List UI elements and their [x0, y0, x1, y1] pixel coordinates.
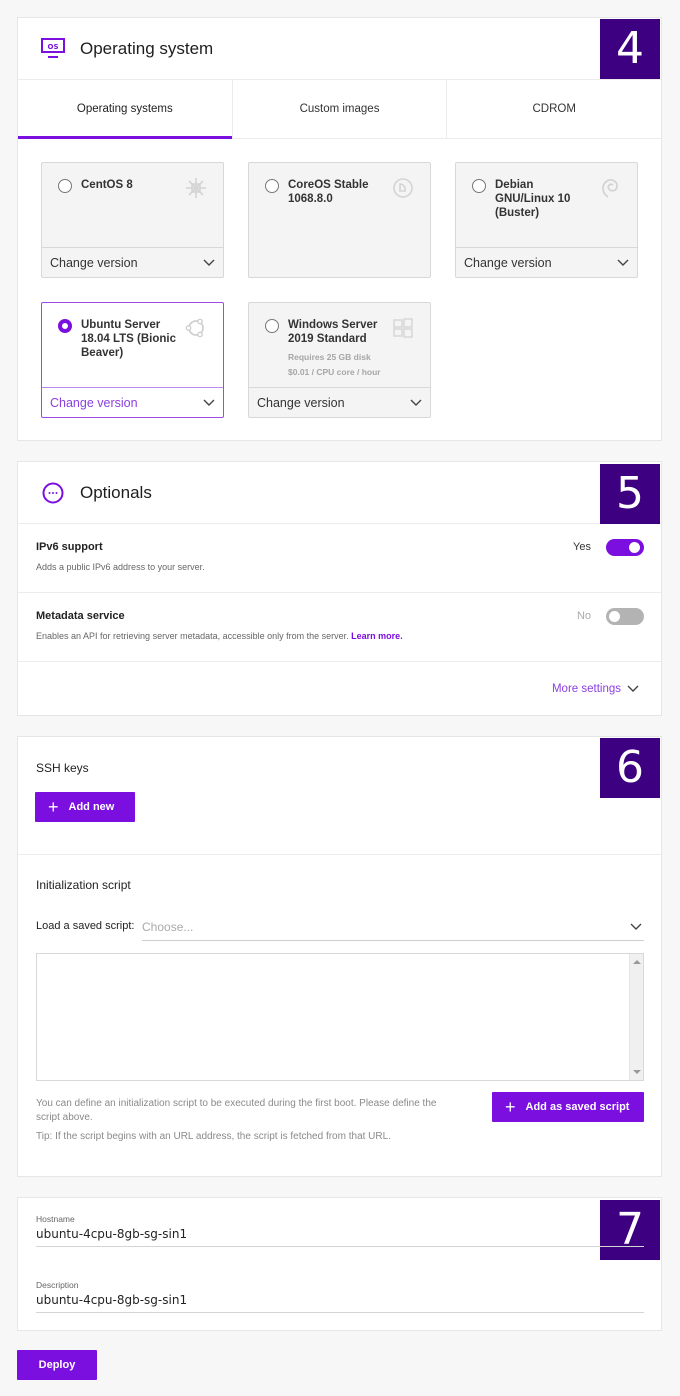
chevron-down-icon	[630, 923, 642, 930]
ipv6-toggle[interactable]	[606, 539, 644, 556]
debian-logo-icon	[599, 177, 621, 199]
ipv6-support-row: IPv6 support Adds a public IPv6 address …	[18, 524, 661, 593]
more-settings-button[interactable]: More settings	[552, 683, 639, 695]
os-option-centos[interactable]: CentOS 8 Change version	[41, 162, 224, 278]
os-option-windows[interactable]: Windows Server 2019 Standard Requires 25…	[248, 302, 431, 418]
radio-button[interactable]	[58, 179, 72, 193]
init-script-help: You can define an initialization script …	[36, 1097, 456, 1144]
os-option-coreos[interactable]: CoreOS Stable 1068.8.0	[248, 162, 431, 278]
change-version-dropdown[interactable]: Change version	[42, 247, 223, 277]
load-saved-script-row: Load a saved script: Choose...	[36, 913, 644, 941]
chevron-down-icon	[410, 399, 422, 406]
plus-icon: +	[505, 1097, 516, 1117]
description-label: Description	[36, 1280, 79, 1290]
description-input[interactable]	[36, 1293, 644, 1312]
hostname-field: Hostname	[36, 1214, 644, 1247]
option-description: Adds a public IPv6 address to your serve…	[36, 562, 205, 572]
coreos-logo-icon	[392, 177, 414, 199]
os-name: Debian GNU/Linux 10 (Buster)	[495, 179, 571, 219]
toggle-state-label: Yes	[573, 541, 591, 553]
tab-cdrom[interactable]: CDROM	[447, 80, 661, 138]
option-description-wrap: Enables an API for retrieving server met…	[36, 631, 661, 641]
learn-more-link[interactable]: Learn more.	[351, 631, 403, 641]
os-name: CoreOS Stable 1068.8.0	[288, 179, 369, 205]
chevron-down-icon	[203, 399, 215, 406]
change-version-dropdown[interactable]: Change version	[249, 387, 430, 417]
divider	[18, 854, 661, 855]
os-option-debian[interactable]: Debian GNU/Linux 10 (Buster) Change vers…	[455, 162, 638, 278]
centos-logo-icon	[185, 177, 207, 199]
change-version-label: Change version	[257, 395, 345, 410]
chevron-down-icon	[627, 685, 639, 692]
step-badge: 5	[600, 464, 660, 524]
tab-operating-systems[interactable]: Operating systems	[18, 80, 233, 139]
textarea-scrollbar[interactable]	[629, 954, 643, 1080]
svg-text:OS: OS	[48, 43, 59, 51]
section-title: Optionals	[80, 482, 152, 502]
chevron-down-icon	[203, 259, 215, 266]
change-version-label: Change version	[464, 255, 552, 270]
scroll-up-icon[interactable]	[633, 960, 641, 964]
metadata-service-row: Metadata service Enables an API for retr…	[18, 593, 661, 662]
init-script-textarea[interactable]	[37, 954, 629, 1080]
option-title: IPv6 support	[36, 541, 103, 553]
os-option-ubuntu[interactable]: Ubuntu Server 18.04 LTS (Bionic Beaver) …	[41, 302, 224, 418]
tip-text: Tip: If the script begins with an URL ad…	[36, 1131, 391, 1142]
button-label: Add new	[68, 801, 115, 813]
os-name: Ubuntu Server 18.04 LTS (Bionic Beaver)	[81, 319, 177, 359]
chevron-down-icon	[617, 259, 629, 266]
toggle-knob	[629, 542, 640, 553]
card-header: Optionals	[18, 462, 661, 524]
operating-system-card: OS Operating system 4 Operating systems …	[17, 17, 662, 441]
hostname-card: 7 Hostname Description	[17, 1197, 662, 1331]
script-textarea-wrap	[36, 953, 644, 1081]
windows-logo-icon	[392, 317, 414, 339]
change-version-label: Change version	[50, 395, 138, 410]
add-ssh-key-button[interactable]: + Add new	[35, 792, 135, 822]
radio-button[interactable]	[265, 319, 279, 333]
select-placeholder: Choose...	[142, 919, 194, 934]
toggle-knob	[609, 611, 620, 622]
ubuntu-logo-icon	[185, 317, 207, 339]
init-script-title: Initialization script	[36, 878, 131, 892]
radio-button[interactable]	[265, 179, 279, 193]
button-label: Add as saved script	[525, 1101, 630, 1113]
change-version-dropdown[interactable]: Change version	[42, 387, 223, 417]
os-tabs: Operating systems Custom images CDROM	[18, 80, 661, 139]
optionals-card: Optionals 5 IPv6 support Adds a public I…	[17, 461, 662, 716]
step-badge: 6	[600, 738, 660, 798]
radio-button-selected[interactable]	[58, 319, 72, 333]
os-name: Windows Server 2019 Standard	[288, 319, 378, 345]
section-title: Operating system	[80, 38, 214, 58]
description-field: Description	[36, 1280, 644, 1313]
toggle-state-label: No	[576, 610, 591, 622]
os-requirement-note: Requires 25 GB disk	[288, 352, 371, 362]
load-script-label: Load a saved script:	[36, 920, 135, 932]
ssh-init-card: 6 SSH keys + Add new Initialization scri…	[17, 736, 662, 1177]
change-version-dropdown[interactable]: Change version	[456, 247, 637, 277]
os-price-note: $0.01 / CPU core / hour	[288, 367, 381, 377]
plus-icon: +	[48, 797, 59, 817]
more-dots-icon	[40, 480, 66, 506]
hostname-input[interactable]	[36, 1227, 644, 1246]
saved-script-select[interactable]: Choose...	[142, 913, 644, 941]
page: OS Operating system 4 Operating systems …	[0, 0, 680, 1396]
option-title: Metadata service	[36, 610, 125, 622]
metadata-toggle[interactable]	[606, 608, 644, 625]
deploy-button[interactable]: Deploy	[17, 1350, 97, 1380]
tab-custom-images[interactable]: Custom images	[233, 80, 448, 138]
hostname-label: Hostname	[36, 1214, 75, 1224]
ssh-keys-title: SSH keys	[36, 761, 89, 775]
monitor-os-icon: OS	[40, 36, 66, 62]
add-saved-script-button[interactable]: + Add as saved script	[492, 1092, 644, 1122]
os-name: CentOS 8	[81, 179, 133, 191]
more-settings-label: More settings	[551, 683, 621, 695]
card-header: OS Operating system	[18, 18, 661, 80]
scroll-down-icon[interactable]	[633, 1070, 641, 1074]
option-description: Enables an API for retrieving server met…	[36, 631, 349, 641]
change-version-label: Change version	[50, 255, 138, 270]
help-text: You can define an initialization script …	[36, 1098, 437, 1123]
radio-button[interactable]	[472, 179, 486, 193]
step-badge: 4	[600, 19, 660, 79]
